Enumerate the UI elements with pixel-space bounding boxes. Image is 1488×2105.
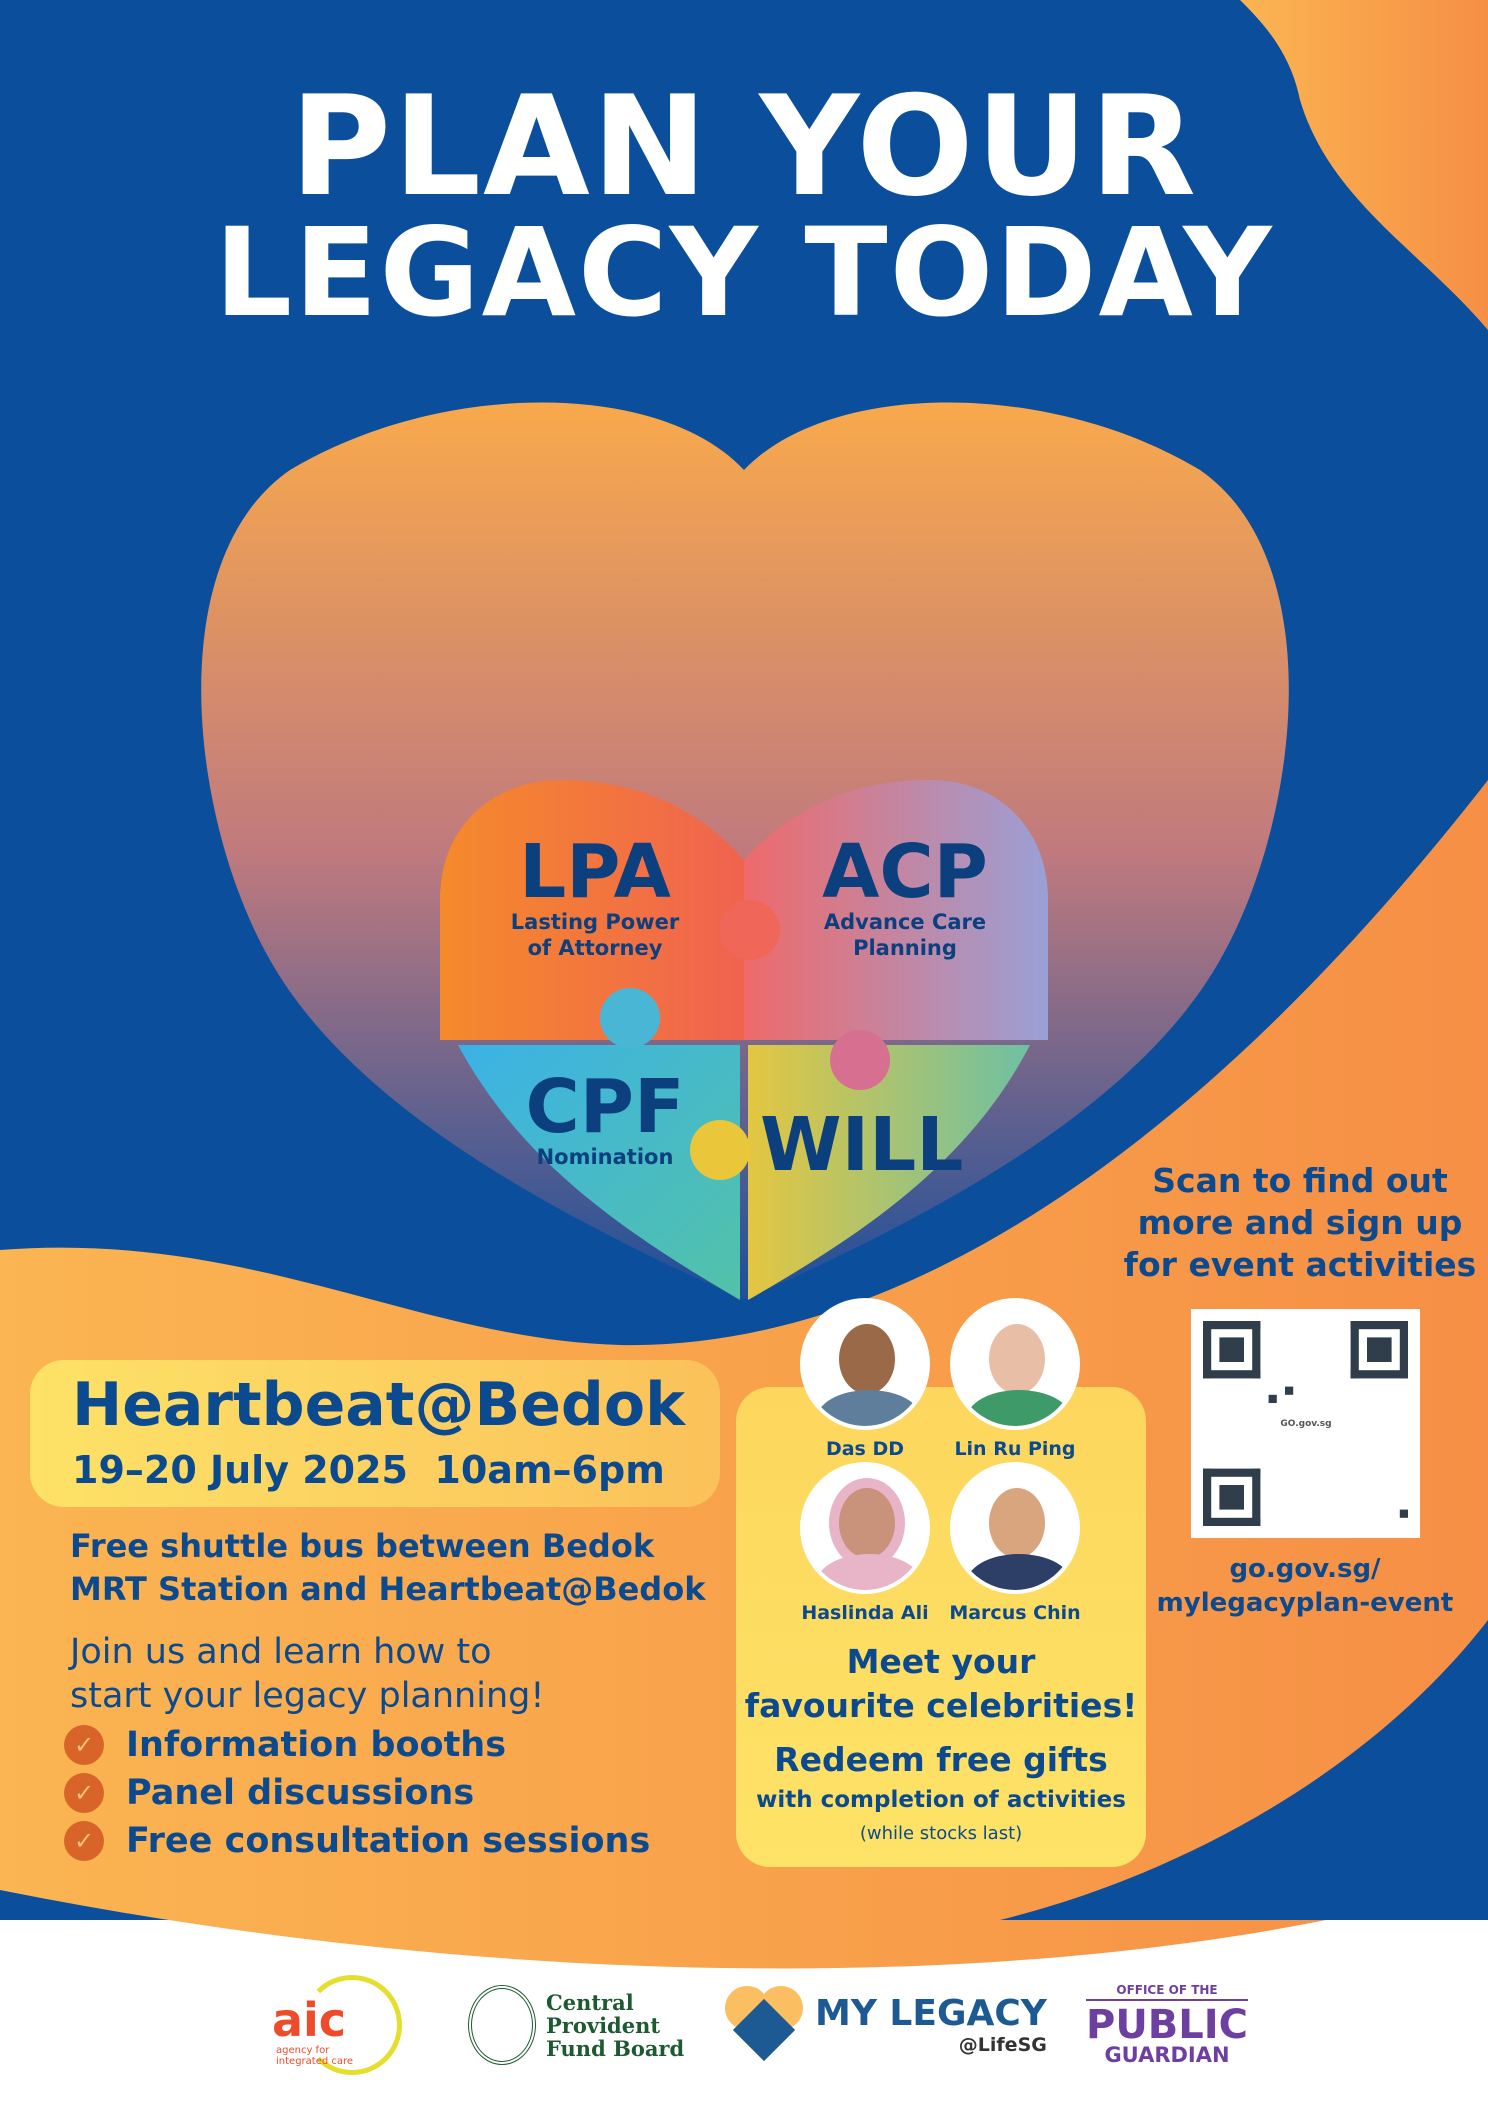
meet-celebrities: Meet your favourite celebrities! [744,1642,1138,1725]
scan-instructions: Scan to find out more and sign up for even… [1123,1161,1477,1284]
join-text: Join us and learn how to start your legac… [70,1632,545,1716]
event-venue: Heartbeat@Bedok [72,1370,685,1440]
cpf-board-logo: Central Provident Fund Board [468,1975,684,2075]
go-gov-badge: GO.gov.sg [1280,1399,1332,1449]
will-code: WILL [760,1102,964,1188]
activity-item: ✓ Panel discussions [64,1773,474,1813]
redeem-subtext: with completion of activities [756,1787,1126,1813]
celebrity-lin-ru-ping: Lin Ru Ping [945,1298,1085,1460]
puzzle-cpf: CPF Nomination [520,1070,690,1170]
title-line-2: LEGACY TODAY [214,202,1274,344]
avatar [950,1462,1080,1594]
qr-code[interactable]: GO.gov.sg [1191,1309,1420,1538]
avatar [800,1462,930,1594]
cpf-code: CPF [525,1064,685,1150]
avatar [950,1298,1080,1430]
puzzle-will: WILL [760,1102,964,1188]
celebrity-haslinda-ali: Haslinda Ali [795,1462,935,1624]
check-icon: ✓ [64,1725,104,1765]
title-line-1: PLAN YOUR [289,66,1199,227]
avatar [800,1298,930,1430]
celebrity-marcus-chin: Marcus Chin [945,1462,1085,1624]
lpa-code: LPA [519,829,671,915]
stock-note: (while stocks last) [859,1823,1023,1844]
aic-logo: aic agency for integrated care [272,1975,412,2075]
redeem-gifts: Redeem free gifts [774,1740,1108,1779]
check-icon: ✓ [64,1773,104,1813]
cpf-desc: Nomination [536,1145,674,1169]
event-url[interactable]: go.gov.sg/mylegacyplan-event [1140,1552,1470,1620]
activity-item: ✓ Information booths [64,1725,506,1765]
shuttle-info: Free shuttle bus between Bedok MRT Statio… [70,1527,706,1608]
acp-code: ACP [822,829,988,915]
event-dates: 19–20 July 2025 10am–6pm [72,1448,665,1492]
acp-desc: Advance Care Planning [823,910,987,961]
my-legacy-logo: MY LEGACY @LifeSG [725,1975,1047,2075]
check-icon: ✓ [64,1821,104,1861]
puzzle-lpa: LPA Lasting Power of Attorney [480,835,710,962]
lpa-desc: Lasting Power of Attorney [510,910,680,961]
activity-item: ✓ Free consultation sessions [64,1821,650,1861]
public-guardian-logo: OFFICE OF THE PUBLIC GUARDIAN [1086,1983,1249,2067]
celebrity-das-dd: Das DD [795,1298,935,1460]
puzzle-acp: ACP Advance Care Planning [790,835,1020,962]
